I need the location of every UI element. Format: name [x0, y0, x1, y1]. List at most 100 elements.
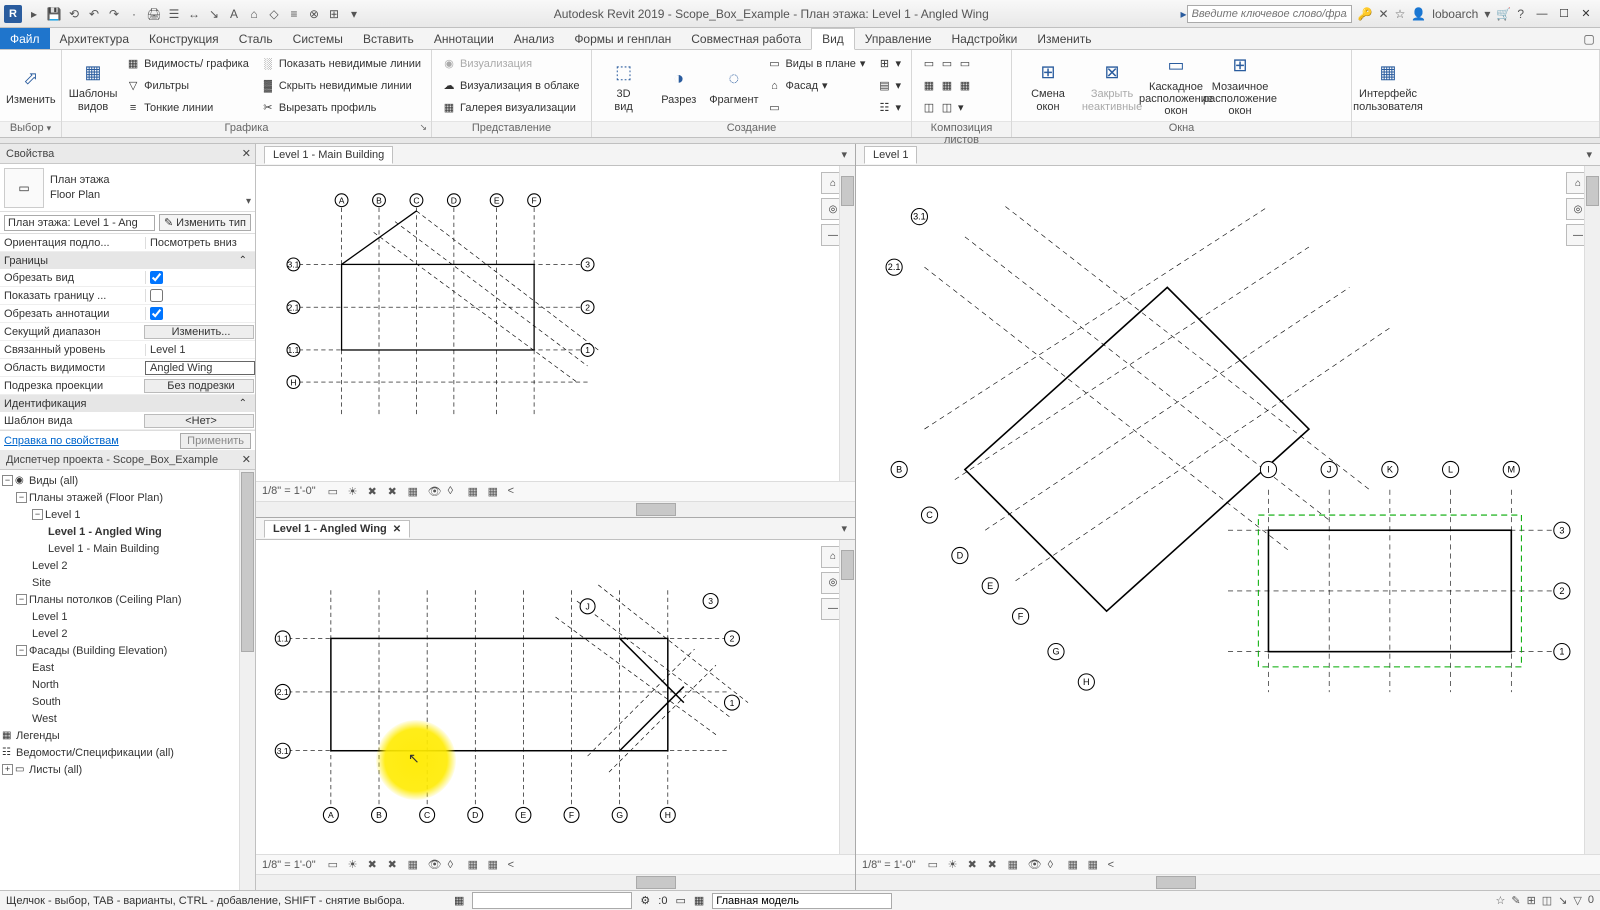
remove-hidden-button[interactable]: ▓Скрыть невидимые линии — [257, 76, 425, 96]
tree-floorplans[interactable]: −Планы этажей (Floor Plan) — [0, 489, 255, 506]
linked-icon[interactable]: ▦ — [694, 894, 704, 907]
render-gallery-button[interactable]: ▦Галерея визуализации — [438, 98, 584, 118]
instance-combo[interactable]: План этажа: Level 1 - Ang — [4, 215, 155, 231]
sel-icon-3[interactable]: ⊞ — [1527, 894, 1536, 907]
comm-icon[interactable]: ✕ — [1379, 7, 1389, 21]
workset-combo[interactable] — [712, 893, 892, 909]
thin-lines-button[interactable]: ≡Тонкие линии — [122, 98, 253, 118]
close-window-icon[interactable]: ✕ — [1576, 6, 1596, 22]
view-maximize-icon[interactable]: ▾ — [1586, 148, 1592, 161]
switch-icon[interactable]: ⊞ — [326, 6, 342, 22]
view-templates-button[interactable]: ▦Шаблоны видов — [68, 54, 118, 118]
workset-icon[interactable]: ▦ — [454, 894, 464, 907]
scale-label[interactable]: 1/8" = 1'-0" — [262, 859, 316, 871]
scale-label[interactable]: 1/8" = 1'-0" — [262, 485, 316, 497]
tab-addins[interactable]: Надстройки — [942, 28, 1028, 49]
cascade-button[interactable]: ▭Каскадное расположение окон — [1146, 54, 1206, 118]
help-icon[interactable]: ? — [1517, 7, 1524, 21]
tab-view[interactable]: Вид — [811, 28, 855, 50]
tree-schedules[interactable]: ☷Ведомости/Спецификации (all) — [0, 744, 255, 761]
view-maximize-icon[interactable]: ▾ — [841, 522, 847, 535]
drafting-button[interactable]: ▭ — [763, 98, 869, 118]
view1-hscroll[interactable] — [256, 501, 855, 517]
rev-button[interactable]: ◫◫▾ — [918, 98, 976, 118]
edit-type-button[interactable]: ✎Изменить тип — [159, 214, 251, 231]
tab-modify[interactable]: Изменить — [1027, 28, 1101, 49]
tree-elevations[interactable]: −Фасады (Building Elevation) — [0, 642, 255, 659]
model-disp-icon[interactable]: ▭ — [328, 485, 342, 498]
dim-icon[interactable]: ↔ — [186, 6, 202, 22]
tree-legends[interactable]: ▦Легенды — [0, 727, 255, 744]
text-icon[interactable]: A — [226, 6, 242, 22]
ui-button[interactable]: ▦Интерфейс пользователя — [1358, 54, 1418, 118]
tree-cp-l1[interactable]: Level 1 — [0, 608, 255, 625]
show-hidden-button[interactable]: ░Показать невидимые линии — [257, 54, 425, 74]
tab-systems[interactable]: Системы — [283, 28, 353, 49]
crop-view-checkbox[interactable] — [150, 271, 163, 284]
tree-ceiling[interactable]: −Планы потолков (Ceiling Plan) — [0, 591, 255, 608]
sel-icon-6[interactable]: ▽ — [1573, 894, 1581, 907]
minimize-icon[interactable]: — — [1532, 6, 1552, 22]
maximize-icon[interactable]: ☐ — [1554, 6, 1574, 22]
scope-box-field[interactable]: Angled Wing — [145, 361, 255, 375]
measure-icon[interactable]: ☰ — [166, 6, 182, 22]
title-button[interactable]: ▦▦▦ — [918, 76, 976, 96]
tab-steel[interactable]: Сталь — [229, 28, 283, 49]
scale-label[interactable]: 1/8" = 1'-0" — [862, 859, 916, 871]
tab-manage[interactable]: Управление — [855, 28, 942, 49]
tree-l1[interactable]: −Level 1 — [0, 506, 255, 523]
view-canvas-l1[interactable]: 3.1 2.1 C D E F G H I J K L M — [856, 166, 1600, 854]
callout-button[interactable]: ◌Фрагмент — [708, 54, 759, 118]
tag-icon[interactable]: ↘ — [206, 6, 222, 22]
tab-close-icon[interactable]: ✕ — [393, 524, 401, 535]
properties-help-link[interactable]: Справка по свойствам — [4, 435, 119, 447]
section-icon[interactable]: ◇ — [266, 6, 282, 22]
tab-annotate[interactable]: Аннотации — [424, 28, 504, 49]
tree-south[interactable]: South — [0, 693, 255, 710]
tab-insert[interactable]: Вставить — [353, 28, 424, 49]
sel-icon-2[interactable]: ✎ — [1511, 894, 1520, 907]
save-icon[interactable]: 💾 — [46, 6, 62, 22]
sched-button[interactable]: ☷▾ — [873, 98, 905, 118]
tree-sheets[interactable]: +▭Листы (all) — [0, 761, 255, 778]
tile-button[interactable]: ⊞Мозаичное расположение окон — [1210, 54, 1270, 118]
view2-vscroll[interactable] — [839, 540, 855, 855]
browser-close-icon[interactable]: ✕ — [242, 453, 251, 466]
crop-visible-checkbox[interactable] — [150, 289, 163, 302]
user-dd[interactable]: ▾ — [1484, 7, 1490, 21]
depth-clip-button[interactable]: Без подрезки — [144, 379, 254, 393]
plan-views-button[interactable]: ▭Виды в плане ▾ — [763, 54, 869, 74]
view-tab-angled[interactable]: Level 1 - Angled Wing✕ — [264, 520, 410, 538]
tree-views[interactable]: −◉Виды (all) — [0, 472, 255, 489]
tab-file[interactable]: Файл — [0, 28, 50, 49]
star-icon[interactable]: ☆ — [1395, 7, 1406, 21]
apply-button[interactable]: Применить — [180, 433, 251, 449]
sync-icon[interactable]: ⟲ — [66, 6, 82, 22]
undo-icon[interactable]: ↶ — [86, 6, 102, 22]
ribbon-expand-icon[interactable]: ▢ — [1578, 28, 1600, 49]
identity-group[interactable]: Идентификация⌃ — [0, 395, 255, 412]
modify-button[interactable]: ⬀Изменить — [6, 54, 56, 118]
tree-north[interactable]: North — [0, 676, 255, 693]
dd-icon[interactable]: ▾ — [346, 6, 362, 22]
open-icon[interactable]: ▸ — [26, 6, 42, 22]
section-button[interactable]: ◑Разрез — [653, 54, 704, 118]
tab-architecture[interactable]: Архитектура — [50, 28, 140, 49]
3d-icon[interactable]: ⌂ — [246, 6, 262, 22]
print-icon[interactable]: 🖨 — [146, 6, 162, 22]
tab-structure[interactable]: Конструкция — [139, 28, 229, 49]
cloud-render-button[interactable]: ☁Визуализация в облаке — [438, 76, 584, 96]
subscription-icon[interactable]: 🔑 — [1358, 7, 1373, 21]
tree-l1-angled[interactable]: Level 1 - Angled Wing — [0, 523, 255, 540]
tree-l1-main[interactable]: Level 1 - Main Building — [0, 540, 255, 557]
close-icon[interactable]: ⊗ — [306, 6, 322, 22]
view-canvas-angled[interactable]: 1.1 2.1 3.1 A B C D E F G H J 3 — [256, 540, 855, 855]
view3-vscroll[interactable] — [1584, 166, 1600, 854]
elevation-button[interactable]: ⌂Фасад ▾ — [763, 76, 869, 96]
sel-icon-5[interactable]: ↘ — [1558, 894, 1567, 907]
properties-close-icon[interactable]: ✕ — [242, 147, 251, 160]
sel-icon-1[interactable]: ☆ — [1495, 894, 1505, 907]
username[interactable]: loboarch — [1432, 7, 1478, 21]
annot-crop-checkbox[interactable] — [150, 307, 163, 320]
view-maximize-icon[interactable]: ▾ — [841, 148, 847, 161]
